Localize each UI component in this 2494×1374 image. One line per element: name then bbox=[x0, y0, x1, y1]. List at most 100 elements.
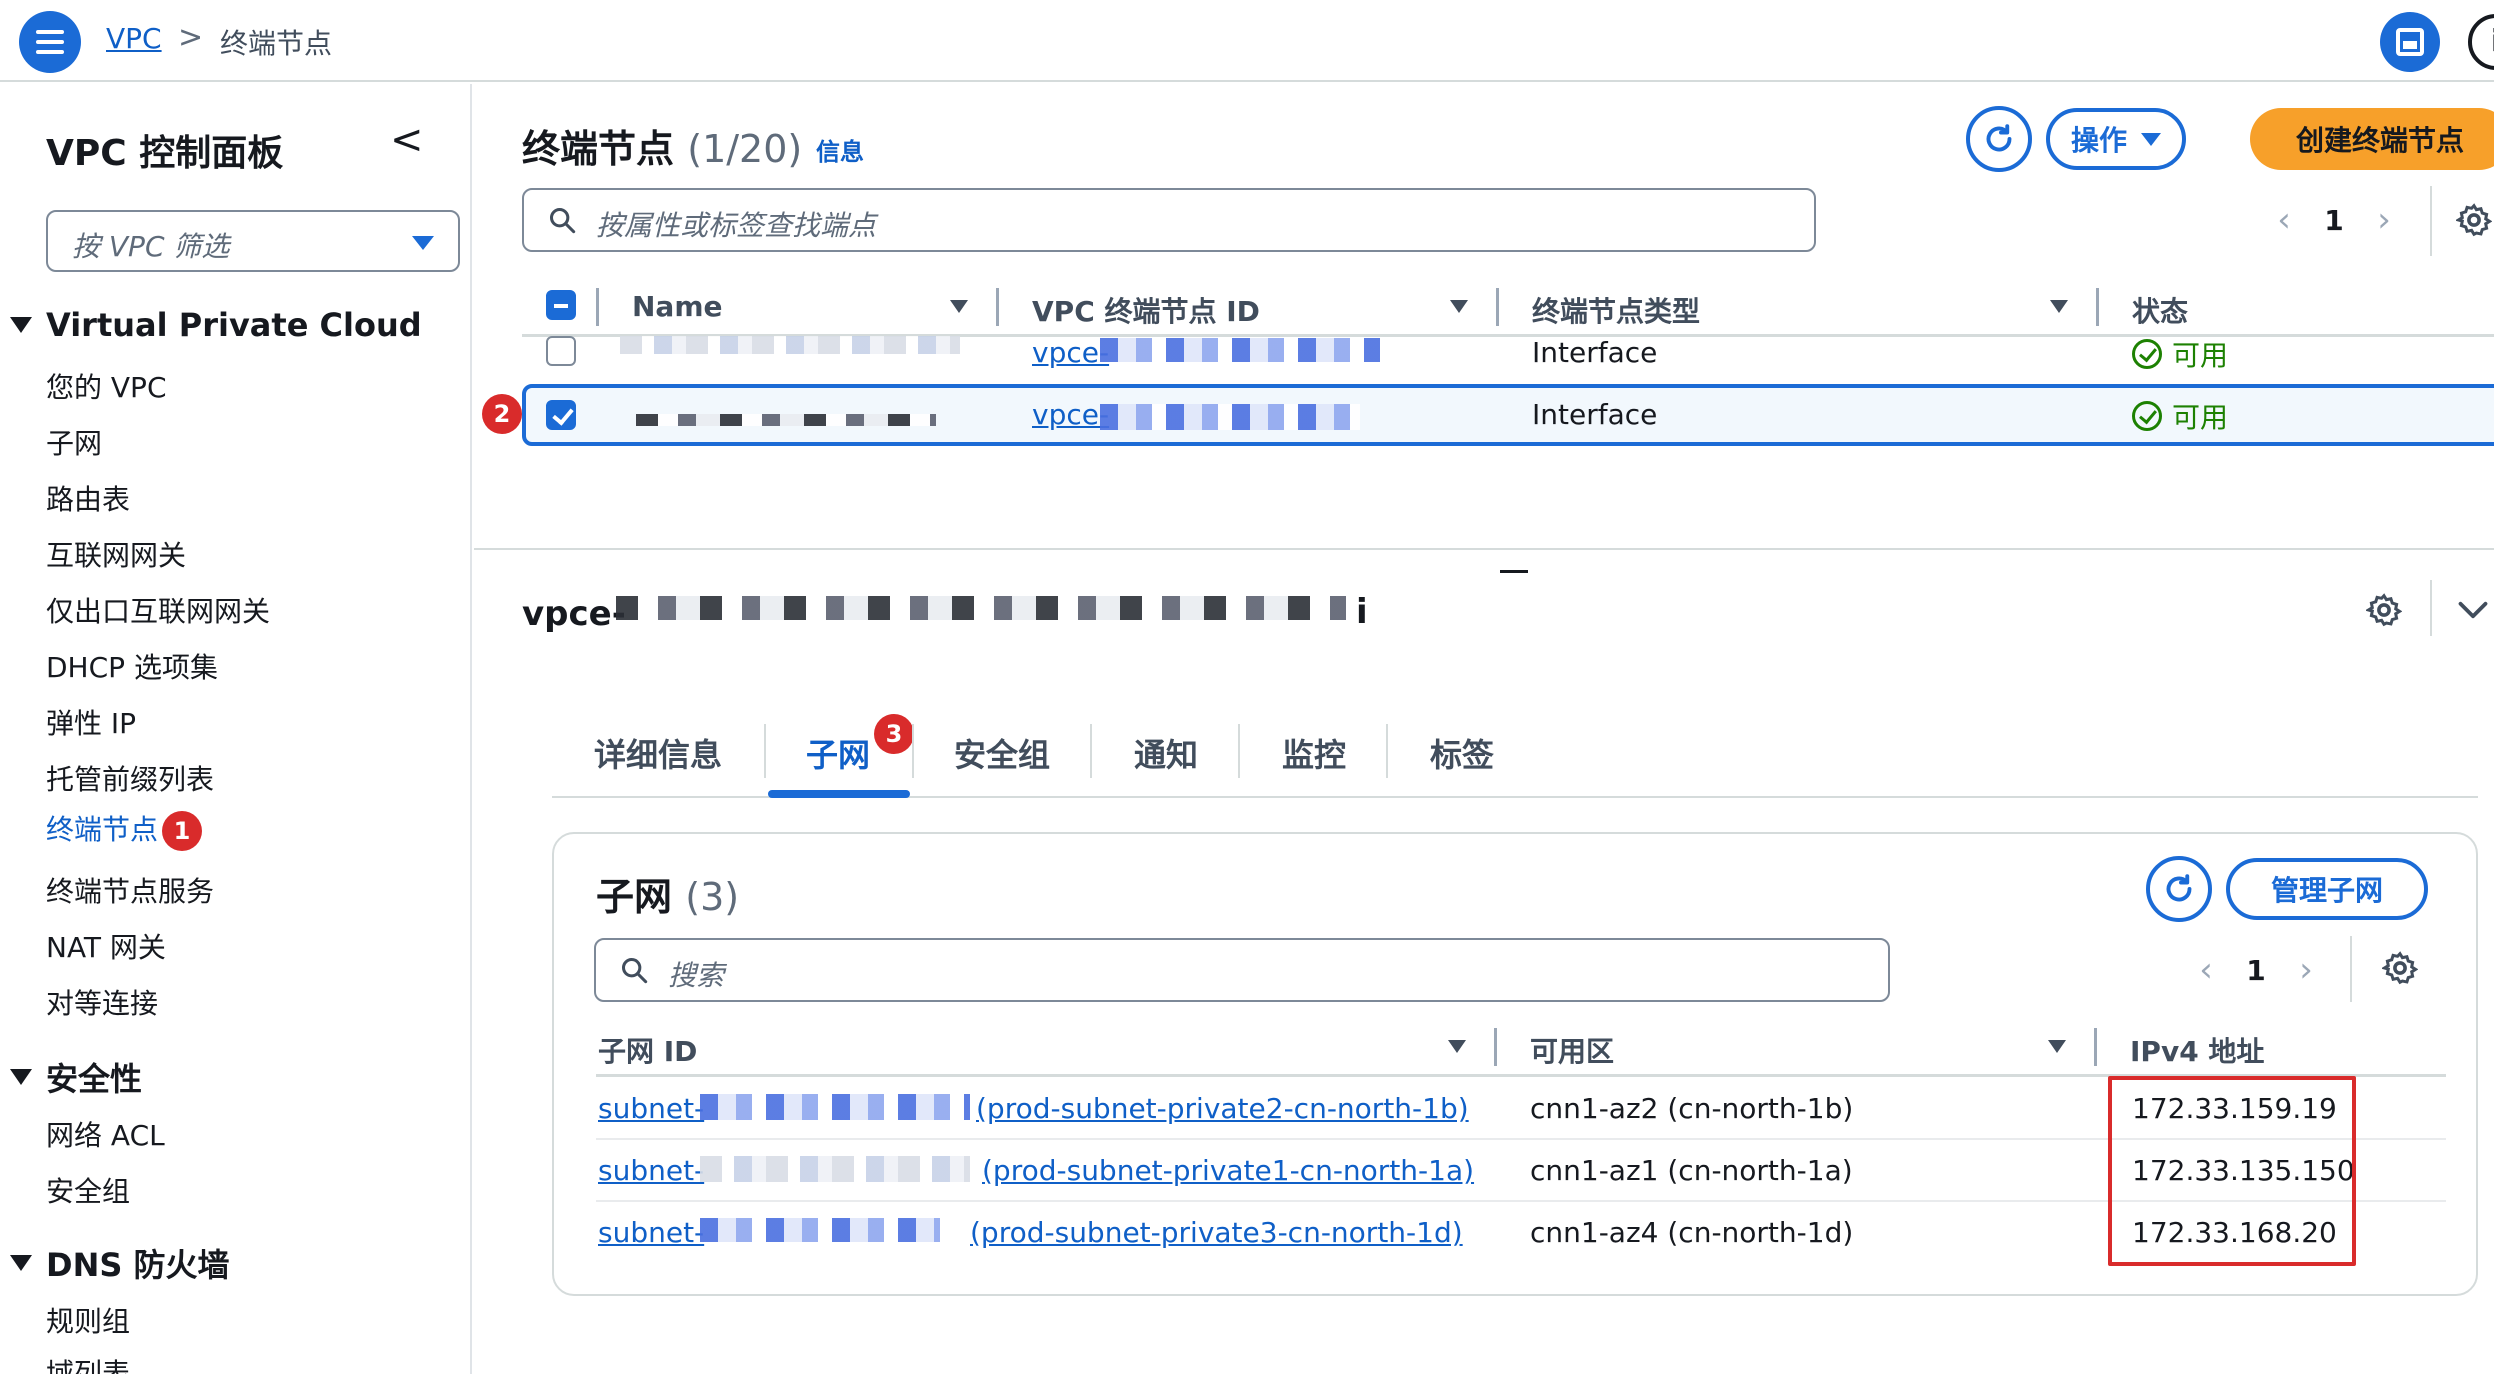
subnet-name-link[interactable]: (prod-subnet-private2-cn-north-1b) bbox=[976, 1092, 1469, 1125]
sidebar-item-internet-gateways[interactable]: 互联网网关 bbox=[46, 534, 186, 574]
detail-title-suffix: i bbox=[1356, 592, 1368, 632]
redacted-subnet-id bbox=[700, 1094, 970, 1120]
detail-title: vpce- bbox=[522, 594, 626, 634]
vpc-filter-select[interactable]: 按 VPC 筛选 bbox=[46, 210, 460, 272]
sidebar-item-subnets[interactable]: 子网 bbox=[46, 422, 102, 462]
sidebar-title: VPC 控制面板 bbox=[46, 133, 284, 174]
subnet-id-link[interactable]: subnet- bbox=[598, 1154, 704, 1187]
column-header-endpoint-id[interactable]: VPC 终端节点 ID bbox=[1032, 290, 1260, 330]
column-divider bbox=[2094, 1028, 2097, 1066]
tab-monitoring[interactable]: 监控 bbox=[1282, 730, 1346, 776]
page-number[interactable]: 1 bbox=[2226, 954, 2286, 987]
split-panel-icon[interactable] bbox=[2380, 12, 2440, 72]
sidebar-item-label: 终端节点 bbox=[46, 813, 159, 846]
tab-subnets[interactable]: 子网 bbox=[806, 730, 870, 776]
manage-subnets-button[interactable]: 管理子网 bbox=[2226, 858, 2428, 920]
select-all-checkbox[interactable] bbox=[546, 290, 576, 320]
top-navigation-bar: VPC > 终端节点 i bbox=[0, 0, 2494, 82]
sidebar-item-dhcp-option-sets[interactable]: DHCP 选项集 bbox=[46, 646, 218, 686]
column-header-subnet-id[interactable]: 子网 ID bbox=[598, 1030, 697, 1070]
sidebar-item-endpoint-services[interactable]: 终端节点服务 bbox=[46, 870, 214, 910]
caret-down-icon bbox=[412, 236, 434, 250]
page-title-count: (1/20) bbox=[687, 127, 803, 171]
section-heading: Virtual Private Cloud bbox=[46, 306, 422, 344]
row-checkbox-checked[interactable] bbox=[546, 400, 576, 430]
prev-page-icon[interactable]: ‹ bbox=[2264, 200, 2304, 240]
row-checkbox[interactable] bbox=[546, 336, 576, 366]
page-number[interactable]: 1 bbox=[2304, 204, 2364, 237]
sidebar-item-peering-connections[interactable]: 对等连接 bbox=[46, 982, 158, 1022]
subnet-search-placeholder: 搜索 bbox=[668, 959, 725, 992]
tab-notifications[interactable]: 通知 bbox=[1134, 730, 1198, 776]
refresh-button[interactable] bbox=[1966, 106, 2032, 172]
column-header-availability-zone[interactable]: 可用区 bbox=[1530, 1030, 1614, 1070]
column-divider bbox=[1496, 288, 1499, 326]
prev-page-icon[interactable]: ‹ bbox=[2186, 950, 2226, 990]
sidebar-item-rule-groups[interactable]: 规则组 bbox=[46, 1300, 130, 1340]
annotation-highlight-box bbox=[2108, 1076, 2356, 1266]
section-heading: DNS 防火墙 bbox=[46, 1246, 230, 1284]
section-virtual-private-cloud[interactable]: Virtual Private Cloud bbox=[10, 306, 422, 344]
chevron-down-icon[interactable] bbox=[2458, 598, 2488, 622]
subnet-name-link[interactable]: (prod-subnet-private3-cn-north-1d) bbox=[970, 1216, 1463, 1249]
annotation-badge: 2 bbox=[482, 394, 522, 434]
tab-details[interactable]: 详细信息 bbox=[594, 730, 722, 776]
subnets-refresh-button[interactable] bbox=[2146, 856, 2212, 922]
next-page-icon[interactable]: › bbox=[2364, 200, 2404, 240]
sidebar-collapse-icon[interactable]: < bbox=[390, 120, 430, 160]
actions-label: 操作 bbox=[2070, 124, 2127, 157]
next-page-icon[interactable]: › bbox=[2286, 950, 2326, 990]
sort-caret-icon[interactable] bbox=[1450, 300, 1468, 313]
gear-icon[interactable] bbox=[2382, 950, 2418, 986]
sidebar-item-endpoints[interactable]: 终端节点 1 bbox=[46, 808, 203, 851]
subnet-name-link[interactable]: (prod-subnet-private1-cn-north-1a) bbox=[982, 1154, 1474, 1187]
status-badge: 可用 bbox=[2132, 334, 2228, 374]
gear-icon[interactable] bbox=[2456, 202, 2492, 238]
refresh-icon bbox=[1986, 124, 2012, 152]
sidebar-item-domain-lists[interactable]: 域列表 bbox=[46, 1352, 130, 1374]
split-panel-divider[interactable] bbox=[474, 548, 2494, 550]
column-header-status[interactable]: 状态 bbox=[2132, 290, 2188, 330]
subnet-az: cnn1-az4 (cn-north-1d) bbox=[1530, 1216, 1854, 1249]
column-header-name[interactable]: Name bbox=[632, 290, 723, 323]
caret-down-icon bbox=[10, 1069, 32, 1085]
caret-down-icon bbox=[2141, 132, 2161, 146]
sidebar-item-route-tables[interactable]: 路由表 bbox=[46, 478, 130, 518]
sort-caret-icon[interactable] bbox=[950, 300, 968, 313]
sidebar-item-egress-only-gateways[interactable]: 仅出口互联网网关 bbox=[46, 590, 270, 630]
sort-caret-icon[interactable] bbox=[1448, 1040, 1466, 1053]
subnet-search-input[interactable]: 搜索 bbox=[594, 938, 1890, 1002]
menu-hamburger-icon[interactable] bbox=[19, 11, 81, 73]
section-dns-firewall[interactable]: DNS 防火墙 bbox=[10, 1240, 230, 1286]
section-security[interactable]: 安全性 bbox=[10, 1054, 142, 1100]
sidebar-item-nat-gateways[interactable]: NAT 网关 bbox=[46, 926, 166, 966]
subnet-id-link[interactable]: subnet- bbox=[598, 1216, 704, 1249]
endpoint-id-link[interactable]: vpce- bbox=[1032, 336, 1109, 369]
sort-caret-icon[interactable] bbox=[2048, 1040, 2066, 1053]
breadcrumb-separator-icon: > bbox=[178, 20, 204, 55]
breadcrumb-vpc-link[interactable]: VPC bbox=[106, 22, 162, 55]
sidebar-item-prefix-lists[interactable]: 托管前缀列表 bbox=[46, 758, 214, 798]
sidebar: VPC 控制面板 < 按 VPC 筛选 Virtual Private Clou… bbox=[0, 84, 472, 1374]
create-endpoint-button[interactable]: 创建终端节点 bbox=[2250, 108, 2494, 170]
tab-tags[interactable]: 标签 bbox=[1430, 730, 1494, 776]
subnet-id-link[interactable]: subnet- bbox=[598, 1092, 704, 1125]
column-header-endpoint-type[interactable]: 终端节点类型 bbox=[1532, 290, 1700, 330]
endpoint-search-input[interactable]: 按属性或标签查找端点 bbox=[522, 188, 1816, 252]
info-icon[interactable]: i bbox=[2468, 14, 2494, 70]
status-text: 可用 bbox=[2172, 339, 2229, 372]
page-title-text: 终端节点 bbox=[522, 127, 675, 171]
sidebar-item-security-groups[interactable]: 安全组 bbox=[46, 1170, 130, 1210]
actions-dropdown-button[interactable]: 操作 bbox=[2046, 108, 2186, 170]
sort-caret-icon[interactable] bbox=[2050, 300, 2068, 313]
sidebar-item-network-acls[interactable]: 网络 ACL bbox=[46, 1114, 165, 1154]
column-header-ipv4[interactable]: IPv4 地址 bbox=[2130, 1030, 2264, 1070]
drag-handle-icon[interactable] bbox=[1500, 570, 1528, 573]
sidebar-item-elastic-ips[interactable]: 弹性 IP bbox=[46, 702, 136, 742]
sidebar-item-your-vpcs[interactable]: 您的 VPC bbox=[46, 366, 167, 406]
divider bbox=[2350, 936, 2352, 1002]
gear-icon[interactable] bbox=[2366, 592, 2402, 628]
tab-security-groups[interactable]: 安全组 bbox=[954, 730, 1050, 776]
endpoint-id-link[interactable]: vpce- bbox=[1032, 398, 1109, 431]
info-link[interactable]: 信息 bbox=[816, 132, 864, 167]
